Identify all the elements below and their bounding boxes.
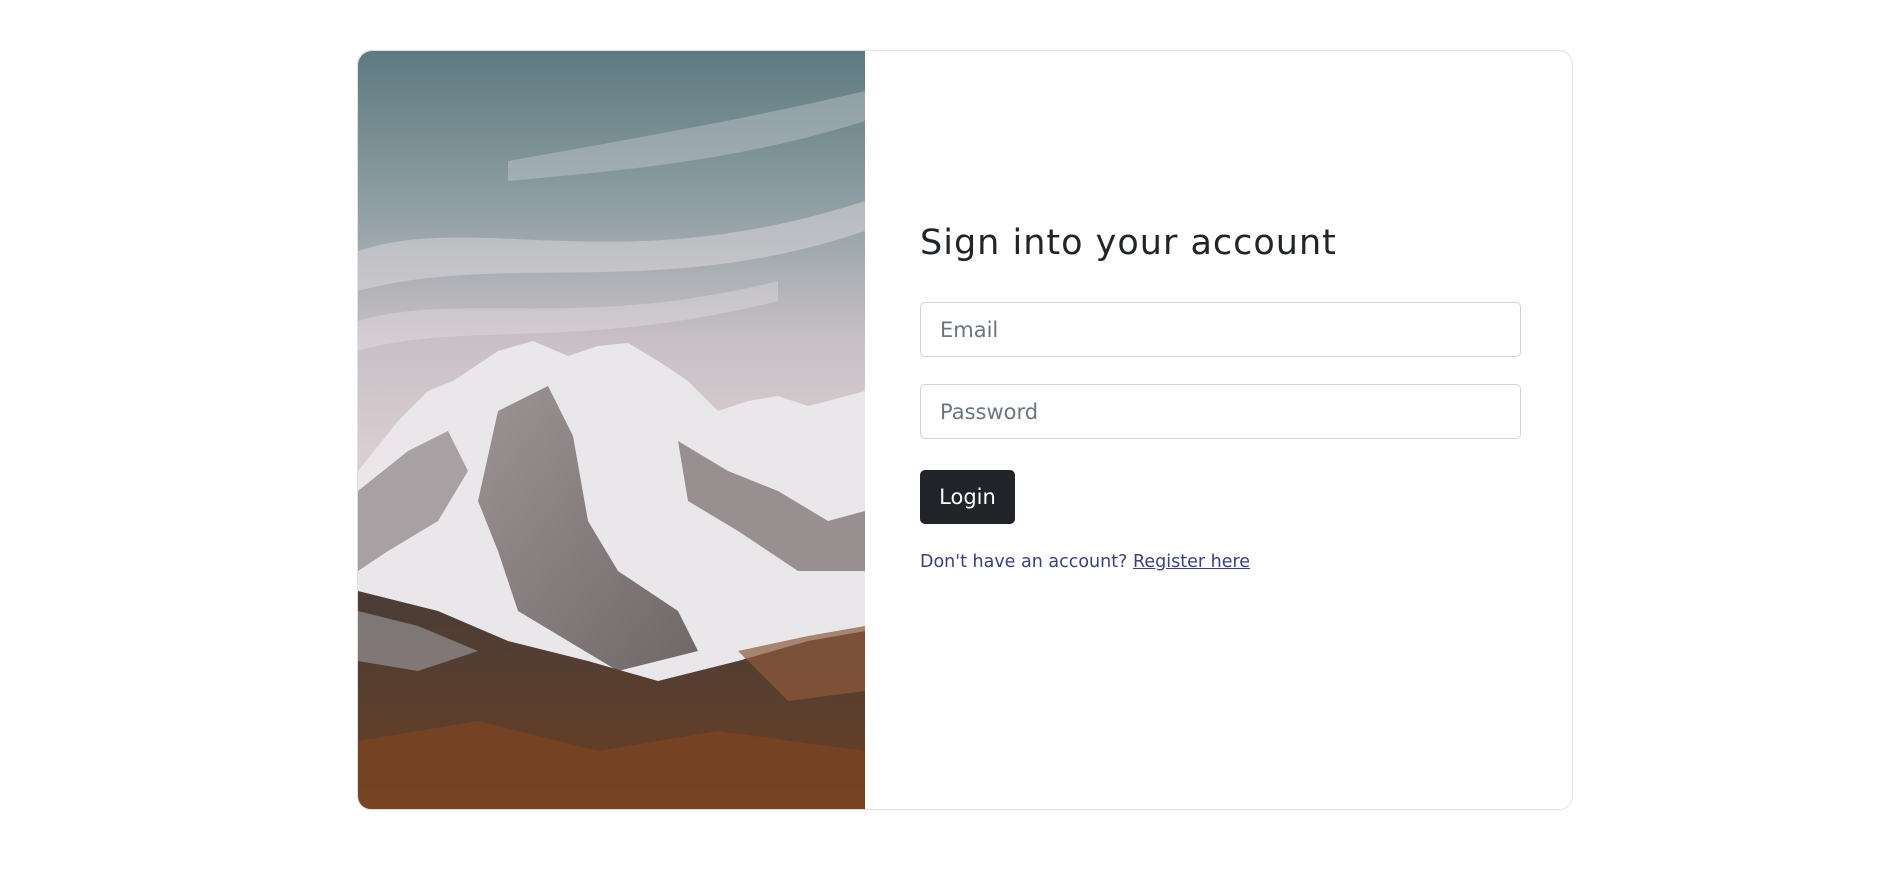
password-field[interactable] xyxy=(920,384,1521,439)
login-button[interactable]: Login xyxy=(920,470,1015,524)
register-prompt-text: Don't have an account? xyxy=(920,552,1128,572)
register-link[interactable]: Register here xyxy=(1133,552,1250,572)
register-prompt-line: Don't have an account? Register here xyxy=(920,552,1250,572)
email-field[interactable] xyxy=(920,302,1521,357)
login-form: Sign into your account Login Don't have … xyxy=(865,51,1572,809)
mountain-image xyxy=(358,51,865,809)
login-card: Sign into your account Login Don't have … xyxy=(357,50,1573,810)
page-title: Sign into your account xyxy=(920,223,1337,263)
